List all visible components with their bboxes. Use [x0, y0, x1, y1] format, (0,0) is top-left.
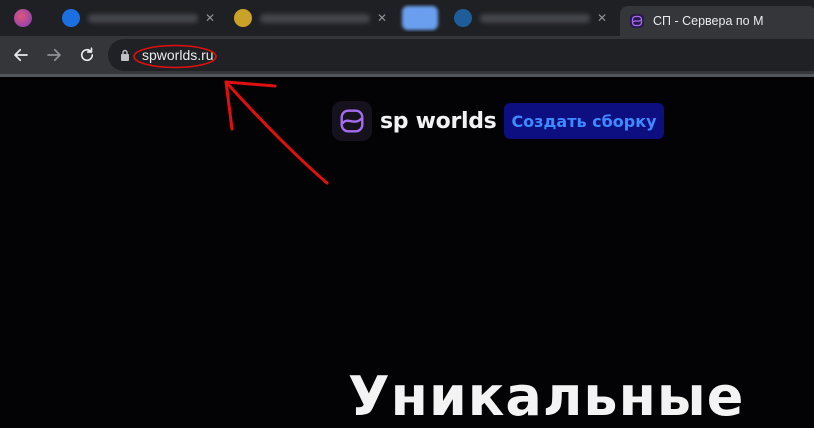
tab-blurred-title: [480, 13, 590, 23]
tab-strip: ✕ ✕ ✕ СП - Сервера по M: [0, 0, 814, 36]
address-bar[interactable]: spworlds.ru: [108, 39, 814, 71]
page-content: sp worlds Создать сборку Уникальные: [0, 77, 814, 428]
tab-favicon-icon: [402, 6, 438, 30]
reload-icon: [80, 47, 94, 62]
browser-toolbar: spworlds.ru: [0, 36, 814, 74]
tab-close-icon[interactable]: ✕: [594, 10, 610, 26]
sp-worlds-favicon-icon: [630, 14, 644, 28]
sp-worlds-logo-icon: [332, 101, 372, 141]
tab-blurred-5[interactable]: ✕: [446, 4, 616, 32]
tab-favicon-icon: [234, 9, 252, 27]
tab-blurred-title: [260, 13, 370, 23]
tab-favicon-icon: [62, 9, 80, 27]
tab-blurred-title: [88, 13, 198, 23]
back-button[interactable]: [9, 43, 33, 67]
hero-heading: Уникальные: [348, 365, 745, 428]
lock-icon: [121, 49, 129, 61]
tab-blurred-4[interactable]: [398, 4, 446, 32]
annotation-circle: [133, 44, 217, 69]
tab-close-icon[interactable]: ✕: [202, 10, 218, 26]
brand-name: sp worlds: [380, 108, 497, 134]
forward-arrow-icon: [47, 48, 61, 62]
forward-button[interactable]: [42, 43, 66, 67]
create-build-button[interactable]: Создать сборку: [504, 103, 664, 139]
back-arrow-icon: [14, 48, 28, 62]
reload-button[interactable]: [75, 43, 99, 67]
tab-blurred-2[interactable]: ✕: [54, 4, 224, 32]
tab-blurred-1[interactable]: [6, 4, 50, 32]
tab-favicon-icon: [14, 9, 32, 27]
site-brand[interactable]: sp worlds: [332, 101, 497, 141]
tab-favicon-icon: [454, 9, 472, 27]
tab-active[interactable]: СП - Сервера по M: [620, 6, 814, 36]
active-tab-title: СП - Сервера по M: [653, 14, 764, 28]
tab-close-icon[interactable]: ✕: [374, 10, 390, 26]
tab-blurred-3[interactable]: ✕: [226, 4, 396, 32]
